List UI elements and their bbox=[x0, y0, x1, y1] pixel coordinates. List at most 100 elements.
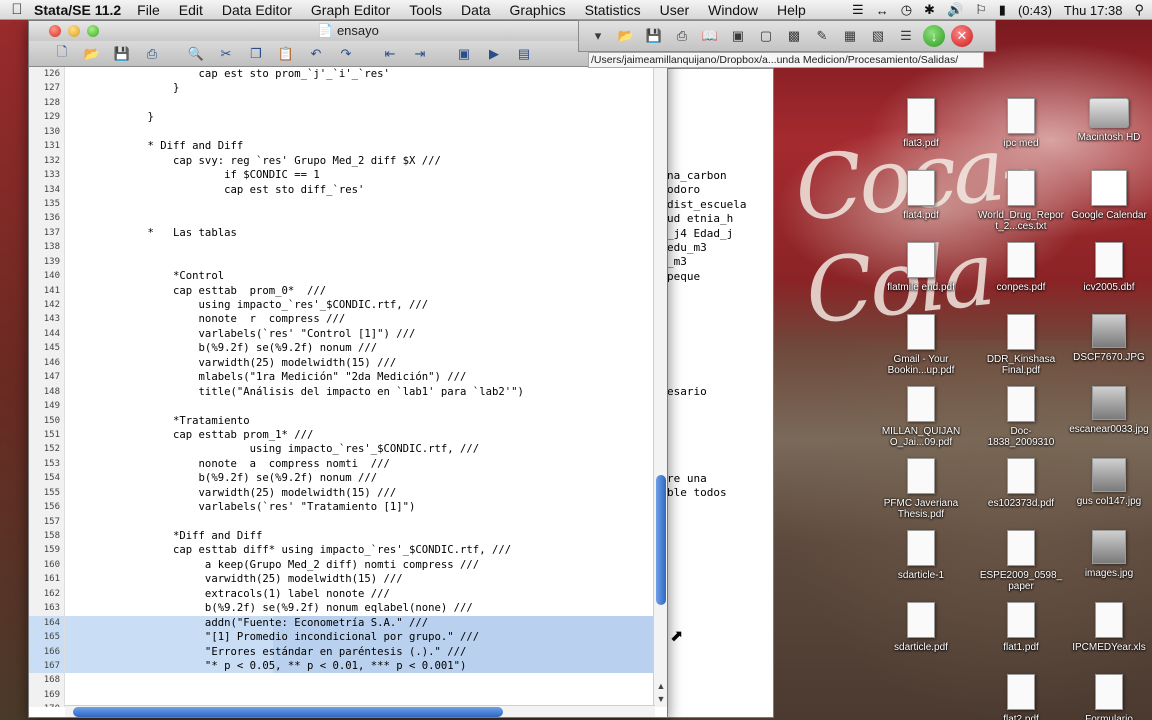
code-line[interactable]: 153 nonote a compress nomti /// bbox=[29, 456, 655, 472]
bluetooth-icon[interactable]: ✱ bbox=[924, 2, 935, 18]
code-text[interactable] bbox=[65, 211, 655, 225]
code-line[interactable]: 160 a keep(Grupo Med_2 diff) nomti compr… bbox=[29, 557, 655, 573]
code-text[interactable]: "* p < 0.05, ** p < 0.01, *** p < 0.001"… bbox=[65, 658, 655, 674]
code-line[interactable]: 131 * Diff and Diff bbox=[29, 139, 655, 154]
code-line[interactable]: 135 bbox=[29, 196, 655, 212]
do-icon[interactable]: ▤ bbox=[513, 44, 535, 64]
save-icon[interactable]: 💾 bbox=[111, 44, 133, 64]
code-text[interactable] bbox=[65, 255, 655, 269]
code-text[interactable]: varlabels(`res' "Tratamiento [1]") bbox=[65, 500, 655, 514]
variables-manager-icon[interactable]: ☰ bbox=[895, 25, 917, 47]
preview-icon[interactable]: ▣ bbox=[453, 44, 475, 64]
code-text[interactable]: addn("Fuente: Econometría S.A." /// bbox=[65, 615, 655, 631]
code-line[interactable]: 136 bbox=[29, 211, 655, 226]
code-text[interactable]: cap est sto diff_`res' bbox=[65, 183, 655, 197]
dropdown-arrow-icon[interactable]: ▾ bbox=[587, 25, 609, 47]
code-line[interactable]: 130 bbox=[29, 124, 655, 140]
code-text[interactable]: a keep(Grupo Med_2 diff) nomti compress … bbox=[65, 558, 655, 572]
paste-icon[interactable]: 📋 bbox=[275, 44, 297, 64]
code-text[interactable]: "[1] Promedio incondicional por grupo." … bbox=[65, 630, 655, 645]
time-machine-icon[interactable]: ◷ bbox=[901, 2, 912, 18]
desktop-icon-pdf[interactable]: es102373d.pdf bbox=[978, 458, 1064, 509]
undo-icon[interactable]: ↶ bbox=[305, 44, 327, 64]
copy-icon[interactable]: ❐ bbox=[245, 44, 267, 64]
desktop-icon-pdf[interactable]: flat1.pdf bbox=[978, 602, 1064, 653]
code-line[interactable]: 139 bbox=[29, 254, 655, 270]
code-line[interactable]: 156 varlabels(`res' "Tratamiento [1]") bbox=[29, 500, 655, 515]
code-text[interactable]: nonote r compress /// bbox=[65, 312, 655, 326]
menu-statistics[interactable]: Statistics bbox=[585, 2, 641, 18]
code-text[interactable]: cap esttab prom_0* /// bbox=[65, 284, 655, 298]
code-line[interactable]: 134 cap est sto diff_`res' bbox=[29, 182, 655, 197]
desktop-icon-pdf[interactable]: conpes.pdf bbox=[978, 242, 1064, 293]
code-line[interactable]: 132 cap svy: reg `res' Grupo Med_2 diff … bbox=[29, 153, 655, 169]
menu-user[interactable]: User bbox=[660, 2, 690, 18]
desktop-icon-doc[interactable]: Formulario metro....11.doc bbox=[1066, 674, 1152, 720]
menu-graph-editor[interactable]: Graph Editor bbox=[311, 2, 390, 18]
code-text[interactable]: mlabels("1ra Medición" "2da Medición") /… bbox=[65, 370, 655, 384]
code-text[interactable] bbox=[65, 125, 655, 139]
code-line[interactable]: 157 bbox=[29, 514, 655, 529]
find-icon[interactable]: 🔍 bbox=[185, 44, 207, 64]
code-line[interactable]: 126 cap est sto prom_`j'_`i'_`res' bbox=[29, 67, 655, 82]
code-text[interactable]: cap esttab prom_1* /// bbox=[65, 428, 655, 442]
code-area[interactable]: 126 cap est sto prom_`j'_`i'_`res' 127 } 1… bbox=[29, 67, 655, 707]
code-text[interactable]: nonote a compress nomti /// bbox=[65, 457, 655, 471]
code-text[interactable] bbox=[65, 399, 655, 413]
code-text[interactable]: cap esttab diff* using impacto_`res'_$CO… bbox=[65, 543, 655, 557]
code-text[interactable]: *Diff and Diff bbox=[65, 529, 655, 543]
desktop-icon-txt[interactable]: World_Drug_Report_2...ces.txt bbox=[978, 170, 1064, 232]
desktop-icon-pdf[interactable]: sdarticle.pdf bbox=[878, 602, 964, 653]
code-line[interactable]: 159 cap esttab diff* using impacto_`res'… bbox=[29, 543, 655, 558]
open-folder-icon[interactable]: 📂 bbox=[615, 25, 637, 47]
horizontal-scrollbar[interactable] bbox=[65, 705, 655, 717]
code-text[interactable] bbox=[65, 515, 655, 529]
break-icon[interactable]: ✕ bbox=[951, 25, 973, 47]
redo-icon[interactable]: ↷ bbox=[335, 44, 357, 64]
scroll-up-arrow-icon[interactable]: ▲ bbox=[654, 681, 668, 693]
menu-data[interactable]: Data bbox=[461, 2, 491, 18]
code-line[interactable]: 133 if $CONDIC == 1 bbox=[29, 168, 655, 183]
code-text[interactable] bbox=[65, 688, 655, 702]
desktop-icon-pdf[interactable]: flat4.pdf bbox=[878, 170, 964, 221]
code-line[interactable]: 127 } bbox=[29, 81, 655, 96]
code-line[interactable]: 167 "* p < 0.05, ** p < 0.01, *** p < 0.… bbox=[29, 658, 655, 674]
menu-data-editor[interactable]: Data Editor bbox=[222, 2, 292, 18]
desktop-icon-img[interactable]: images.jpg bbox=[1066, 530, 1152, 579]
menu-help[interactable]: Help bbox=[777, 2, 806, 18]
horizontal-scroll-thumb[interactable] bbox=[73, 707, 503, 717]
desktop-icon-pdf[interactable]: ESPE2009_0598_paper bbox=[978, 530, 1064, 592]
more-go-icon[interactable]: ↓ bbox=[923, 25, 945, 47]
minimize-window-button[interactable] bbox=[68, 25, 80, 37]
vertical-scrollbar[interactable]: ▲ ▼ bbox=[653, 67, 667, 707]
code-line[interactable]: 144 varlabels(`res' "Control [1]") /// bbox=[29, 326, 655, 342]
menu-window[interactable]: Window bbox=[708, 2, 758, 18]
volume-icon[interactable]: 🔊 bbox=[947, 2, 963, 18]
desktop-icon-pdf[interactable]: flatmile end.pdf bbox=[878, 242, 964, 293]
desktop-icon-doc[interactable]: sdarticle-1 bbox=[878, 530, 964, 581]
code-text[interactable] bbox=[65, 96, 655, 110]
print-icon[interactable]: ⎙ bbox=[671, 25, 693, 47]
code-line[interactable]: 148 title("Análisis del impacto en `lab1… bbox=[29, 384, 655, 400]
code-line[interactable]: 137 * Las tablas bbox=[29, 225, 655, 241]
code-line[interactable]: 168 bbox=[29, 673, 655, 688]
desktop-icon-pdf[interactable]: PFMC Javeriana Thesis.pdf bbox=[878, 458, 964, 520]
desktop-icon-doc[interactable]: Doc-1838_2009310 bbox=[978, 386, 1064, 448]
shift-left-icon[interactable]: ⇤ bbox=[379, 44, 401, 64]
code-line[interactable]: 161 varwidth(25) modelwidth(15) /// bbox=[29, 572, 655, 587]
menu-tools[interactable]: Tools bbox=[409, 2, 442, 18]
code-line[interactable]: 129 } bbox=[29, 110, 655, 125]
desktop-icon-pdf[interactable]: MILLAN_QUIJANO_Jai...09.pdf bbox=[878, 386, 964, 448]
code-text[interactable]: varlabels(`res' "Control [1]") /// bbox=[65, 327, 655, 341]
code-line[interactable]: 146 varwidth(25) modelwidth(15) /// bbox=[29, 355, 655, 371]
working-directory-path[interactable]: /Users/jaimeamillanquijano/Dropbox/a...u… bbox=[588, 52, 984, 68]
code-text[interactable]: cap svy: reg `res' Grupo Med_2 diff $X /… bbox=[65, 154, 655, 168]
desktop-icon-img[interactable]: escanear0033.jpg bbox=[1066, 386, 1152, 435]
code-text[interactable]: *Tratamiento bbox=[65, 414, 655, 428]
code-line[interactable]: 164 addn("Fuente: Econometría S.A." /// bbox=[29, 615, 655, 631]
code-text[interactable]: using impacto_`res'_$CONDIC.rtf, /// bbox=[65, 298, 655, 312]
code-text[interactable] bbox=[65, 673, 655, 687]
code-text[interactable]: } bbox=[65, 81, 655, 95]
code-text[interactable]: varwidth(25) modelwidth(15) /// bbox=[65, 356, 655, 370]
data-editor-icon[interactable]: ▦ bbox=[839, 25, 861, 47]
